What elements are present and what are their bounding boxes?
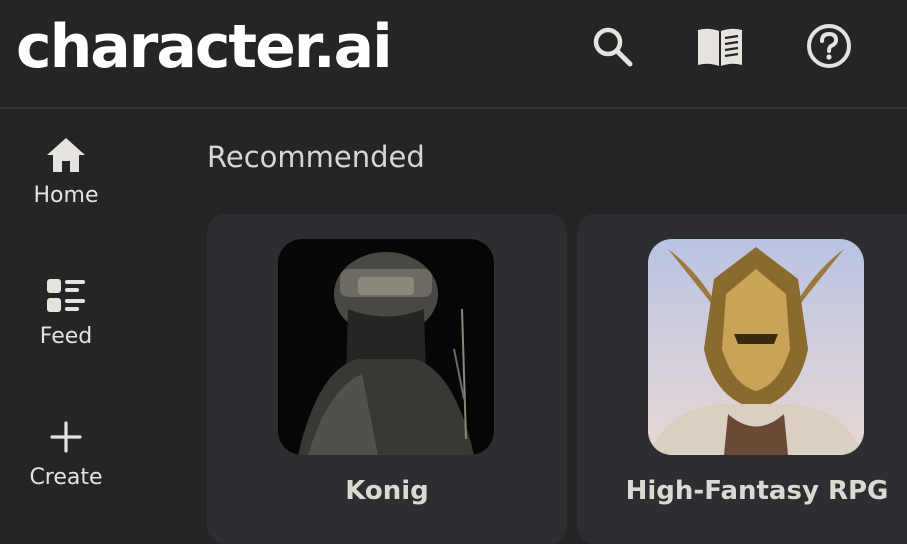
character-card[interactable]: Konig — [207, 214, 567, 544]
sidebar: Home Feed Create — [0, 109, 132, 528]
character-name: Konig — [345, 476, 429, 506]
sidebar-item-label: Create — [29, 465, 103, 490]
character-card[interactable]: High-Fantasy RPG — [577, 214, 907, 544]
help-icon[interactable] — [805, 22, 853, 70]
feed-icon — [44, 274, 88, 318]
search-icon[interactable] — [588, 22, 636, 70]
section-title: Recommended — [207, 140, 425, 174]
plus-icon — [44, 415, 88, 459]
sidebar-item-feed[interactable]: Feed — [0, 272, 132, 372]
character-avatar — [648, 239, 864, 455]
sidebar-item-home[interactable]: Home — [0, 131, 132, 231]
logo[interactable]: character.ai — [16, 8, 393, 86]
character-avatar — [278, 239, 494, 455]
home-icon — [44, 133, 88, 177]
sidebar-item-label: Home — [33, 183, 99, 208]
character-name: High-Fantasy RPG — [625, 476, 889, 506]
book-icon[interactable] — [696, 22, 744, 70]
sidebar-item-create[interactable]: Create — [0, 413, 132, 513]
sidebar-item-label: Feed — [39, 324, 93, 349]
top-bar: character.ai — [0, 0, 907, 109]
